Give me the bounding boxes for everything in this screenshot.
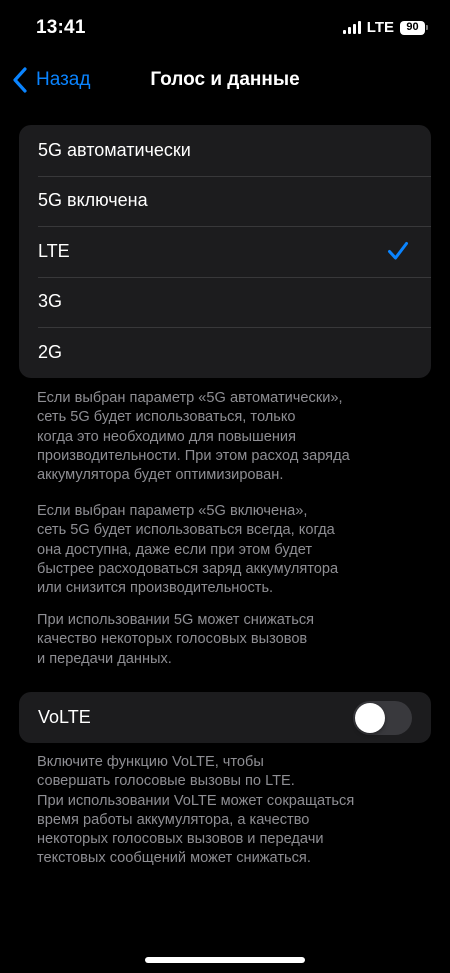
volte-toggle[interactable] bbox=[353, 701, 412, 735]
footnote-volte: Включите функцию VoLTE, чтобы совершать … bbox=[37, 754, 355, 867]
footnote-5g-auto: Если выбран параметр «5G автоматически»,… bbox=[37, 390, 350, 484]
footnote-5g-quality: При использовании 5G может снижаться кач… bbox=[37, 612, 315, 667]
option-3g[interactable]: 3G bbox=[19, 276, 431, 328]
battery-level: 90 bbox=[400, 20, 425, 35]
option-5g-auto[interactable]: 5G автоматически bbox=[19, 125, 431, 176]
status-time: 13:41 bbox=[36, 17, 86, 38]
cellular-signal-icon bbox=[342, 21, 361, 34]
battery-cap bbox=[426, 25, 428, 30]
status-indicators: LTE 90 bbox=[342, 19, 428, 36]
status-bar: 13:41 LTE 90 bbox=[0, 0, 450, 58]
network-options-list: 5G автоматически 5G включена LTE 3G 2G bbox=[19, 125, 431, 378]
option-label: 5G включена bbox=[38, 190, 148, 211]
page-title: Голос и данные bbox=[150, 69, 300, 90]
footnote-5g-on: Если выбран параметр «5G включена», сеть… bbox=[37, 503, 339, 597]
option-lte[interactable]: LTE bbox=[19, 226, 431, 277]
volte-group: VoLTE bbox=[19, 692, 431, 743]
network-type-label: LTE bbox=[366, 19, 394, 36]
battery-icon: 90 bbox=[400, 20, 428, 35]
option-5g-on[interactable]: 5G включена bbox=[19, 175, 431, 227]
option-label: LTE bbox=[38, 240, 70, 261]
home-indicator[interactable] bbox=[145, 957, 305, 963]
navigation-bar: Назад Голос и данные bbox=[0, 58, 450, 102]
volte-label: VoLTE bbox=[38, 707, 91, 727]
option-label: 2G bbox=[38, 341, 63, 362]
option-2g[interactable]: 2G bbox=[19, 327, 431, 378]
option-label: 5G автоматически bbox=[38, 139, 191, 160]
checkmark-icon bbox=[388, 242, 408, 260]
option-label: 3G bbox=[38, 291, 63, 312]
toggle-knob bbox=[355, 703, 385, 733]
volte-row: VoLTE bbox=[19, 692, 431, 743]
